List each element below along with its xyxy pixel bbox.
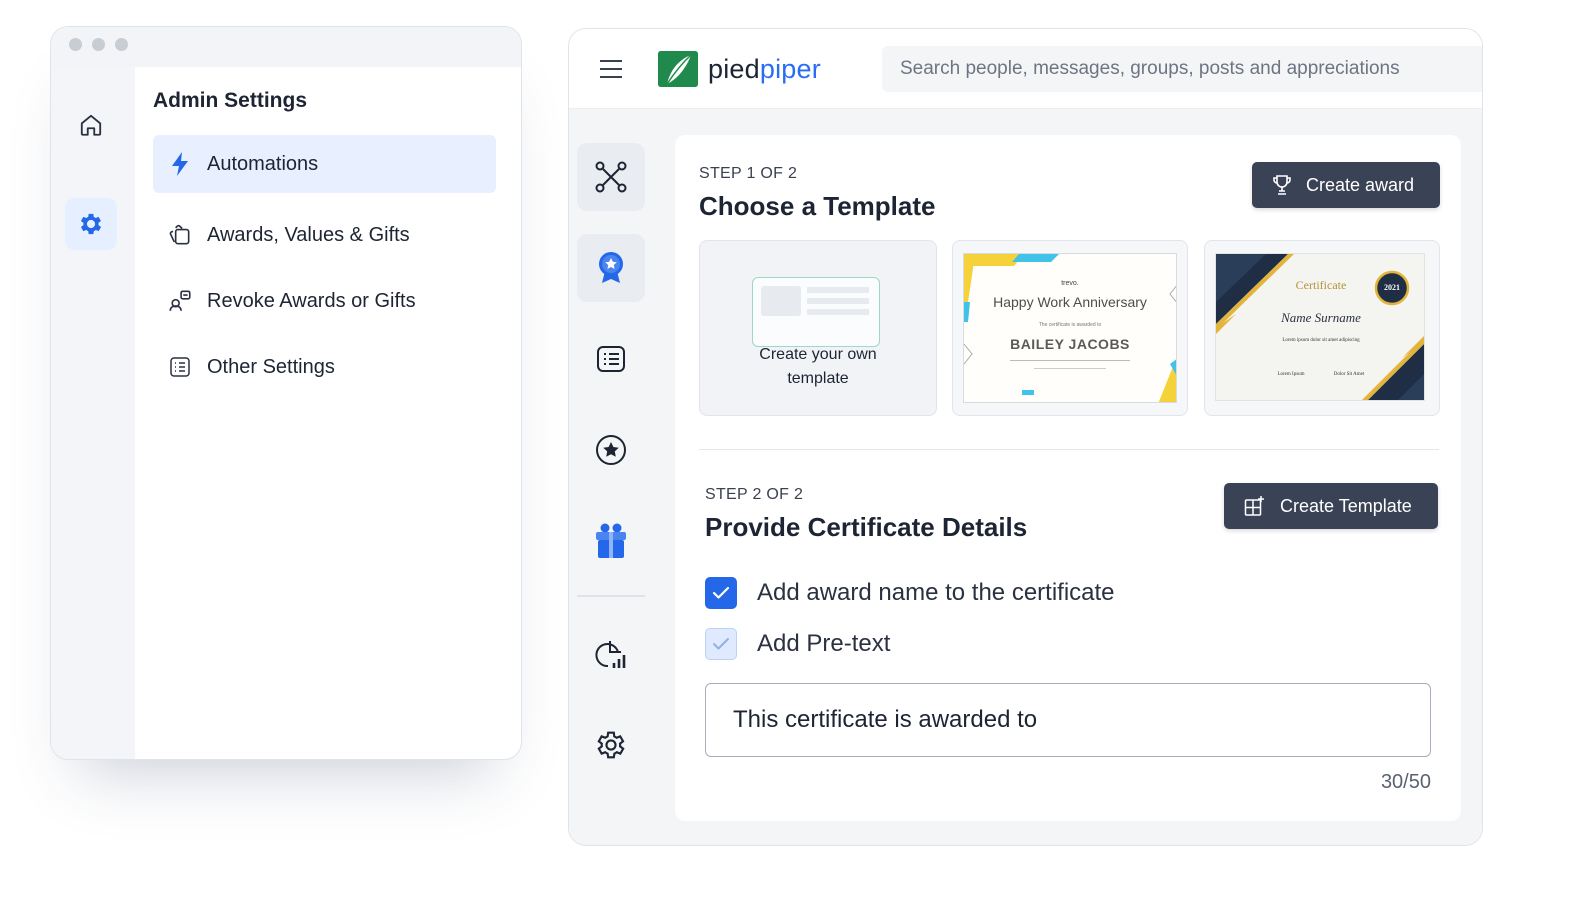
trophy-icon [1273,175,1291,195]
rail-settings-button[interactable] [65,198,117,250]
main-content: STEP 1 OF 2 Choose a Template Create awa… [657,109,1482,845]
certificate-decoration [964,254,1176,402]
home-icon [80,114,102,136]
checkmark-icon [713,638,729,650]
cert2-signature-1: Lorem Ipsum [1277,372,1305,377]
award-name-checkbox[interactable] [705,577,737,609]
menu-item-label: Awards, Values & Gifts [207,223,410,246]
app-sidebar [569,109,657,845]
sidebar-item-recognition[interactable] [577,416,645,484]
award-form-card: STEP 1 OF 2 Choose a Template Create awa… [675,135,1461,821]
template-classic-certificate[interactable]: Certificate 2021 Name Surname Lorem ipsu… [1204,240,1440,416]
admin-panel: Admin Settings Automations Awards, Value… [135,67,521,759]
sidebar-item-settings[interactable] [577,711,645,779]
section-divider [699,449,1439,450]
create-template-button[interactable]: Create Template [1224,483,1438,529]
award-ribbon-icon [599,252,623,283]
workflow-icon [595,161,627,193]
create-award-label: Create award [1306,174,1415,195]
option-pretext-row[interactable]: Add Pre-text [705,628,890,660]
template-create-own[interactable]: Create your own template [699,240,937,416]
menu-item-revoke-awards[interactable]: Revoke Awards or Gifts [153,272,496,330]
menu-item-label: Revoke Awards or Gifts [207,289,416,312]
sidebar-item-list[interactable] [577,325,645,393]
cert1-brand: trevo. [1061,280,1079,287]
hamburger-icon [600,60,622,78]
pretext-checkbox[interactable] [705,628,737,660]
admin-settings-title: Admin Settings [153,89,308,112]
revoke-icon [167,288,193,314]
sidebar-item-awards[interactable] [577,234,645,302]
option-award-name-row[interactable]: Add award name to the certificate [705,577,1115,609]
template-create-own-line1: Create your own [759,346,877,363]
sidebar-item-analytics[interactable] [577,621,645,689]
hamburger-menu-button[interactable] [599,59,623,79]
brand-name: piedpiper [708,54,821,85]
pretext-input[interactable]: This certificate is awarded to [705,683,1431,757]
sidebar-divider [577,595,645,597]
step2-title: Provide Certificate Details [705,512,1028,542]
template-work-anniversary[interactable]: trevo. Happy Work Anniversary The certif… [952,240,1188,416]
create-award-button[interactable]: Create award [1252,162,1440,208]
star-circle-icon [596,435,626,465]
character-counter: 30/50 [1380,771,1431,793]
cert2-badge-year: 2021 [1384,283,1400,292]
menu-item-awards-values-gifts[interactable]: Awards, Values & Gifts [153,206,496,264]
search-input[interactable]: Search people, messages, groups, posts a… [882,46,1482,92]
add-template-icon [1244,496,1264,516]
admin-settings-window: Admin Settings Automations Awards, Value… [50,26,522,760]
menu-item-label: Automations [207,152,319,175]
cert2-body: Lorem ipsum dolor sit amet adipiscing [1282,338,1360,343]
gear-icon [80,213,102,235]
anniversary-certificate-preview: trevo. Happy Work Anniversary The certif… [963,253,1177,403]
classic-certificate-preview: Certificate 2021 Name Surname Lorem ipsu… [1215,253,1425,401]
pretext-label: Add Pre-text [757,630,891,657]
template-placeholder-graphic [752,277,880,347]
brand-name-part2: piper [759,53,821,84]
menu-item-other-settings[interactable]: Other Settings [153,338,496,396]
window-titlebar [51,27,521,67]
step2-label: STEP 2 OF 2 [705,486,804,503]
list-card-icon [597,346,625,372]
template-create-own-line2: template [787,370,849,387]
checkmark-icon [712,586,730,599]
award-name-label: Add award name to the certificate [757,579,1115,606]
cert1-subtitle: The certificate is awarded to [1038,322,1102,328]
step1-label: STEP 1 OF 2 [699,165,798,182]
gifts-stack-icon [167,222,193,248]
app-window: piedpiper Search people, messages, group… [568,28,1483,846]
gift-icon [596,523,626,558]
brand-name-part1: pied [708,53,760,84]
window-minimize-dot[interactable] [92,38,105,51]
certificate-decoration [1216,254,1424,400]
cert1-name: BAILEY JACOBS [1010,336,1130,352]
cert2-name: Name Surname [1281,310,1361,325]
cert1-title: Happy Work Anniversary [993,294,1147,310]
menu-item-label: Other Settings [207,355,335,378]
sidebar-item-workflows[interactable] [577,143,645,211]
template-create-own-label: Create your own template [700,343,936,391]
step1-title: Choose a Template [699,191,936,221]
window-close-dot[interactable] [69,38,82,51]
menu-item-automations[interactable]: Automations [153,135,496,193]
cert2-title: Certificate [1295,278,1347,292]
top-bar: piedpiper Search people, messages, group… [569,29,1482,109]
cert2-signature-2: Dolor Sit Amet [1333,372,1365,377]
lightning-icon [167,151,193,177]
window-maximize-dot[interactable] [115,38,128,51]
window-controls [69,38,128,51]
rail-home-button[interactable] [65,99,117,151]
brand[interactable]: piedpiper [658,51,821,87]
sidebar-item-gifts[interactable] [577,507,645,575]
analytics-icon [595,641,626,668]
settings-icon [597,731,625,759]
list-settings-icon [167,354,193,380]
admin-rail [51,67,135,759]
piedpiper-logo [658,51,698,87]
create-template-label: Create Template [1280,495,1412,516]
